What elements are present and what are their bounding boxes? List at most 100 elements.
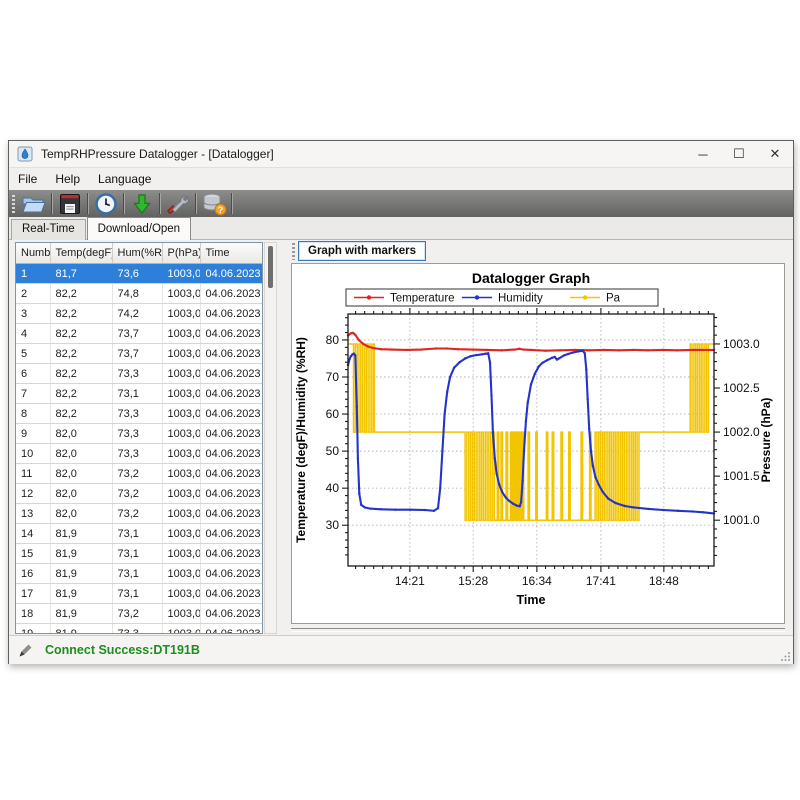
table-row[interactable]: 582,273,71003,004.06.2023 13... (16, 344, 262, 364)
clock-button[interactable] (91, 191, 121, 216)
download-button[interactable] (127, 191, 157, 216)
table-cell: 04.06.2023 13... (200, 364, 262, 384)
table-cell: 04.06.2023 13... (200, 604, 262, 624)
settings-tools-button[interactable] (163, 191, 193, 216)
table-cell: 04.06.2023 13... (200, 264, 262, 284)
save-floppy-icon (59, 193, 81, 215)
x-tick-label: 14:21 (395, 574, 425, 588)
table-cell: 1003,0 (162, 384, 200, 404)
toolbar-separator (159, 193, 161, 214)
menu-item-help[interactable]: Help (46, 169, 89, 189)
table-row[interactable]: 1182,073,21003,004.06.2023 13... (16, 464, 262, 484)
resize-grip[interactable] (780, 651, 791, 662)
svg-text:?: ? (218, 205, 224, 215)
table-scrollbar[interactable] (264, 242, 277, 634)
table-cell: 7 (16, 384, 50, 404)
chart-panel: 14:2115:2816:3417:4118:48304050607080100… (291, 263, 785, 624)
table-cell: 04.06.2023 13... (200, 404, 262, 424)
table-cell: 73,2 (112, 504, 162, 524)
table-row[interactable]: 782,273,11003,004.06.2023 13... (16, 384, 262, 404)
content-area: NumberTemp(degF)Hum(%RH)P(hPa)Time181,77… (9, 240, 793, 635)
table-row[interactable]: 382,274,21003,004.06.2023 13... (16, 304, 262, 324)
table-cell: 1 (16, 264, 50, 284)
table-row[interactable]: 1082,073,31003,004.06.2023 13... (16, 444, 262, 464)
x-tick-label: 15:28 (458, 574, 488, 588)
menu-item-language[interactable]: Language (89, 169, 160, 189)
table-cell: 04.06.2023 13... (200, 344, 262, 364)
table-cell: 73,2 (112, 464, 162, 484)
table-cell: 11 (16, 464, 50, 484)
table-cell: 1003,0 (162, 324, 200, 344)
table-cell: 04.06.2023 13... (200, 304, 262, 324)
table-cell: 16 (16, 564, 50, 584)
toolbar: ? (9, 190, 793, 217)
y-left-tick-label: 50 (326, 444, 340, 458)
column-header-time[interactable]: Time (200, 243, 262, 264)
menu-item-file[interactable]: File (9, 169, 46, 189)
table-cell: 82,0 (50, 484, 112, 504)
column-header-p-hpa-[interactable]: P(hPa) (162, 243, 200, 264)
table-cell: 81,9 (50, 564, 112, 584)
table-cell: 4 (16, 324, 50, 344)
y-left-tick-label: 70 (326, 370, 340, 384)
device-info-button[interactable]: ? (199, 191, 229, 216)
table-row[interactable]: 181,773,61003,004.06.2023 13... (16, 264, 262, 284)
table-row[interactable]: 282,274,81003,004.06.2023 13... (16, 284, 262, 304)
table-row[interactable]: 482,273,71003,004.06.2023 13... (16, 324, 262, 344)
y-right-axis-label: Pressure (hPa) (759, 398, 773, 483)
datalogger-chart: 14:2115:2816:3417:4118:48304050607080100… (292, 264, 784, 623)
open-file-button[interactable] (19, 191, 49, 216)
table-cell: 74,2 (112, 304, 162, 324)
table-cell: 82,2 (50, 364, 112, 384)
table-cell: 14 (16, 524, 50, 544)
table-row[interactable]: 1781,973,11003,004.06.2023 13... (16, 584, 262, 604)
column-header-number[interactable]: Number (16, 243, 50, 264)
table-row[interactable]: 1681,973,11003,004.06.2023 13... (16, 564, 262, 584)
minimize-button[interactable]: ─ (685, 141, 721, 167)
y-left-axis-label: Temperature (degF)/Humidity (%RH) (294, 337, 308, 543)
app-window: TempRHPressure Datalogger - [Datalogger]… (8, 140, 794, 664)
table-row[interactable]: 682,273,31003,004.06.2023 13... (16, 364, 262, 384)
x-tick-label: 18:48 (649, 574, 679, 588)
table-cell: 9 (16, 424, 50, 444)
table-cell: 1003,0 (162, 584, 200, 604)
table-cell: 1003,0 (162, 604, 200, 624)
column-header-hum-rh-[interactable]: Hum(%RH) (112, 243, 162, 264)
table-cell: 04.06.2023 13... (200, 584, 262, 604)
column-header-temp-degf-[interactable]: Temp(degF) (50, 243, 112, 264)
table-cell: 73,7 (112, 344, 162, 364)
menu-bar: FileHelpLanguage (9, 168, 793, 190)
title-bar[interactable]: TempRHPressure Datalogger - [Datalogger]… (9, 141, 793, 168)
tab-real-time[interactable]: Real-Time (11, 219, 86, 240)
toolbar-gripper[interactable] (12, 195, 15, 213)
table-row[interactable]: 1481,973,11003,004.06.2023 13... (16, 524, 262, 544)
table-row[interactable]: 1581,973,11003,004.06.2023 13... (16, 544, 262, 564)
table-cell: 81,9 (50, 584, 112, 604)
y-right-tick-label: 1003.0 (723, 337, 760, 351)
table-cell: 04.06.2023 13... (200, 544, 262, 564)
save-button[interactable] (55, 191, 85, 216)
table-cell: 04.06.2023 13... (200, 484, 262, 504)
table-cell: 73,3 (112, 444, 162, 464)
table-row[interactable]: 1382,073,21003,004.06.2023 13... (16, 504, 262, 524)
tab-download-open[interactable]: Download/Open (87, 217, 191, 240)
table-cell: 1003,0 (162, 364, 200, 384)
maximize-button[interactable]: ☐ (721, 141, 757, 167)
window-title: TempRHPressure Datalogger - [Datalogger] (41, 147, 274, 161)
graph-with-markers-button[interactable]: Graph with markers (298, 241, 426, 261)
table-row[interactable]: 1881,973,21003,004.06.2023 13... (16, 604, 262, 624)
close-button[interactable]: ✕ (757, 141, 793, 167)
app-icon (17, 146, 33, 162)
y-right-tick-label: 1001.0 (723, 513, 760, 527)
table-scrollbar-thumb[interactable] (268, 246, 273, 288)
table-cell: 1003,0 (162, 264, 200, 284)
data-table[interactable]: NumberTemp(degF)Hum(%RH)P(hPa)Time181,77… (15, 242, 263, 634)
panel-groove (291, 628, 785, 632)
table-cell: 19 (16, 624, 50, 635)
table-row[interactable]: 982,073,31003,004.06.2023 13... (16, 424, 262, 444)
table-row[interactable]: 1981,973,31003,004.06.2023 13... (16, 624, 262, 635)
table-row[interactable]: 1282,073,21003,004.06.2023 13... (16, 484, 262, 504)
table-cell: 04.06.2023 13... (200, 564, 262, 584)
series-pa (348, 344, 714, 520)
table-row[interactable]: 882,273,31003,004.06.2023 13... (16, 404, 262, 424)
